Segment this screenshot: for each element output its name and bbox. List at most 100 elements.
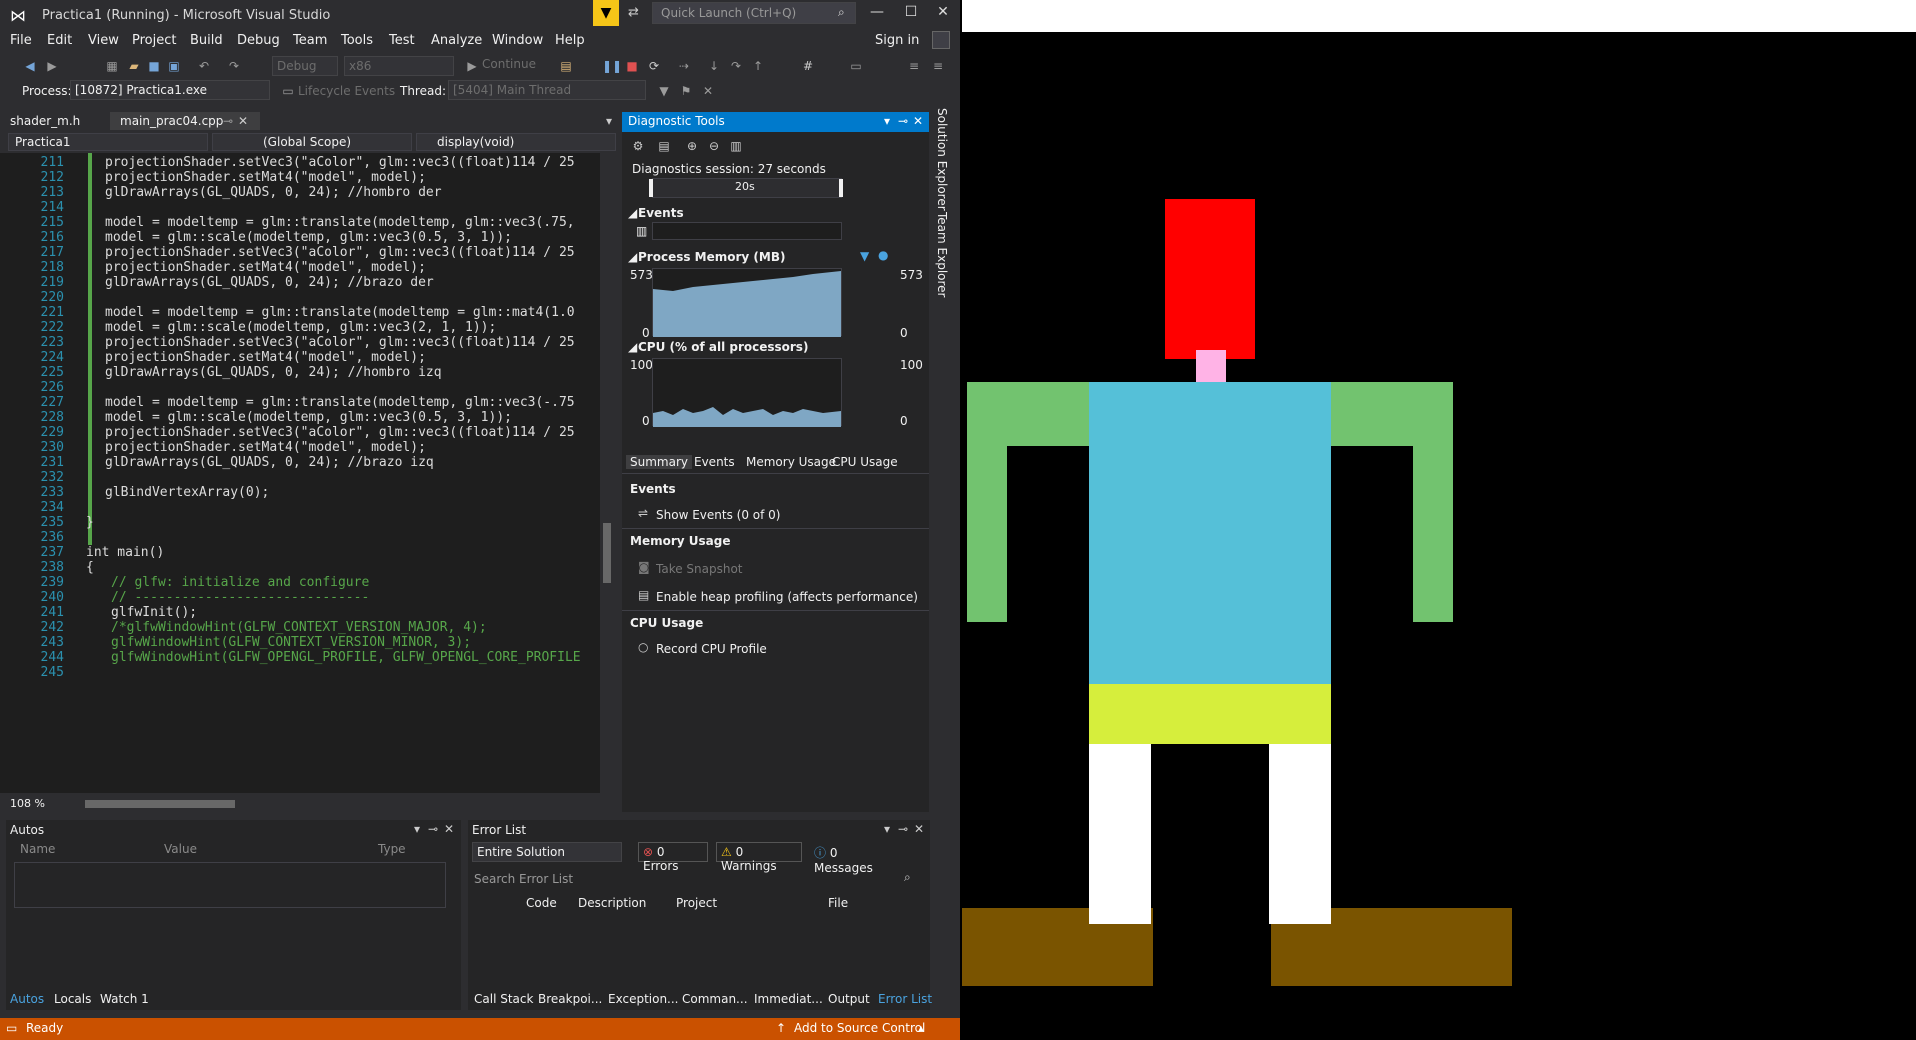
process-select[interactable]: [10872] Practica1.exe (70, 80, 270, 100)
step-out-icon[interactable]: ↑ (750, 58, 766, 74)
error-search-input[interactable]: Search Error List (474, 872, 573, 886)
tab-command[interactable]: Comman... (682, 992, 748, 1006)
menu-window[interactable]: Window (492, 33, 543, 48)
panel-menu-icon[interactable]: ▾ (884, 822, 890, 836)
close-panel-icon[interactable]: ✕ (444, 822, 454, 836)
menu-view[interactable]: View (88, 33, 119, 48)
outdent-icon[interactable]: ≡ (930, 58, 946, 74)
tab-memory-usage[interactable]: Memory Usage (742, 455, 840, 469)
tab-autos[interactable]: Autos (10, 992, 44, 1006)
step-over-icon[interactable]: ↷ (728, 58, 744, 74)
close-panel-icon[interactable]: ✕ (914, 822, 924, 836)
member-select[interactable]: display(void) (416, 133, 616, 151)
tab-summary[interactable]: Summary (626, 455, 692, 469)
quick-launch-input[interactable]: Quick Launch (Ctrl+Q) (652, 2, 856, 24)
team-explorer-tab[interactable]: Team Explorer (935, 212, 949, 298)
menu-tools[interactable]: Tools (341, 33, 373, 48)
menu-edit[interactable]: Edit (47, 33, 72, 48)
tab-output[interactable]: Output (828, 992, 870, 1006)
minimize-button[interactable]: — (862, 4, 892, 20)
undo-icon[interactable]: ↶ (196, 58, 212, 74)
back-icon[interactable]: ◀ (22, 58, 38, 74)
tab-overflow-icon[interactable]: ▾ (606, 114, 612, 128)
zoom-in-icon[interactable]: ⊕ (684, 138, 700, 154)
select-tools-icon[interactable]: ▤ (656, 138, 672, 154)
col-file[interactable]: File (828, 896, 848, 910)
add-to-source-control-button[interactable]: Add to Source Control (794, 1021, 925, 1035)
show-events-link[interactable]: Show Events (0 of 0) (656, 508, 780, 522)
continue-icon[interactable]: ▶ (464, 58, 480, 74)
feedback-icon[interactable]: ⇄ (628, 5, 639, 20)
new-project-icon[interactable]: ▦ (104, 58, 120, 74)
pin-icon[interactable]: ⊸ (428, 822, 438, 836)
col-value[interactable]: Value (164, 842, 197, 856)
menu-project[interactable]: Project (132, 33, 176, 48)
configuration-select[interactable]: Debug (272, 56, 338, 76)
horizontal-scroll-thumb[interactable] (85, 800, 235, 808)
menu-test[interactable]: Test (389, 33, 415, 48)
col-project[interactable]: Project (676, 896, 717, 910)
menu-file[interactable]: File (10, 33, 32, 48)
memory-expander-icon[interactable]: ◢ (628, 250, 637, 264)
pin-icon[interactable]: ⊸ (898, 114, 908, 128)
menu-analyze[interactable]: Analyze (431, 33, 482, 48)
tab-exceptions[interactable]: Exception... (608, 992, 679, 1006)
col-description[interactable]: Description (578, 896, 646, 910)
tab-cpu-usage[interactable]: CPU Usage (828, 455, 902, 469)
continue-button[interactable]: Continue (482, 57, 536, 71)
zoom-level[interactable]: 108 % (10, 797, 45, 810)
menu-help[interactable]: Help (555, 33, 585, 48)
project-scope-select[interactable]: Practica1 (8, 133, 208, 151)
reset-view-icon[interactable]: ▥ (728, 138, 744, 154)
col-name[interactable]: Name (20, 842, 55, 856)
close-button[interactable]: ✕ (928, 4, 958, 20)
tab-locals[interactable]: Locals (54, 992, 91, 1006)
tab-breakpoints[interactable]: Breakpoi... (538, 992, 602, 1006)
menu-build[interactable]: Build (190, 33, 223, 48)
cpu-graph[interactable] (652, 358, 842, 427)
tab-watch-1[interactable]: Watch 1 (100, 992, 149, 1006)
stop-icon[interactable]: ■ (624, 58, 640, 74)
editor-vertical-scrollbar[interactable] (600, 153, 614, 793)
opengl-render-window[interactable] (962, 0, 1916, 1040)
close-panel-icon[interactable]: ✕ (913, 114, 923, 128)
tab-call-stack[interactable]: Call Stack (474, 992, 533, 1006)
restart-icon[interactable]: ⟳ (646, 58, 662, 74)
timeline-ruler[interactable]: 20s (649, 178, 843, 198)
code-editor[interactable]: 211 projectionShader.setVec3("aColor", gl… (0, 153, 605, 793)
events-graph[interactable] (652, 222, 842, 240)
stack-frame-icon[interactable]: ✕ (700, 83, 716, 99)
pause-icon[interactable]: ❚❚ (602, 58, 622, 74)
events-expander-icon[interactable]: ◢ (628, 206, 637, 220)
redo-icon[interactable]: ↷ (226, 58, 242, 74)
error-scope-select[interactable]: Entire Solution (472, 842, 622, 862)
col-type[interactable]: Type (378, 842, 406, 856)
platform-select[interactable]: x86 (344, 56, 454, 76)
search-icon[interactable]: ⌕ (904, 870, 911, 885)
memory-graph[interactable] (652, 268, 842, 337)
show-next-statement-icon[interactable]: ⇢ (676, 58, 692, 74)
col-code[interactable]: Code (526, 896, 557, 910)
cpu-expander-icon[interactable]: ◢ (628, 340, 637, 354)
thread-filter-icon[interactable]: ▼ (656, 83, 672, 99)
zoom-out-icon[interactable]: ⊖ (706, 138, 722, 154)
timeline-start-handle[interactable] (649, 179, 653, 197)
account-icon[interactable] (932, 31, 950, 49)
pin-icon[interactable]: ⊸ (223, 114, 233, 128)
panel-menu-icon[interactable]: ▾ (884, 114, 890, 128)
scroll-thumb[interactable] (603, 523, 611, 583)
close-tab-icon[interactable]: ✕ (238, 114, 248, 128)
warnings-filter-button[interactable]: ⚠ 0 Warnings (716, 842, 802, 873)
process-icon[interactable]: ▤ (558, 58, 574, 74)
pin-icon[interactable]: ⊸ (898, 822, 908, 836)
pause-events-icon[interactable]: ▥ (636, 224, 647, 238)
maximize-button[interactable]: ☐ (896, 4, 926, 20)
messages-filter-button[interactable]: ⓘ 0 Messages (810, 842, 900, 875)
solution-explorer-tab[interactable]: Solution Explorer (935, 108, 949, 211)
save-icon[interactable]: ■ (146, 58, 162, 74)
bookmark-icon[interactable]: ▭ (848, 58, 864, 74)
flag-icon[interactable]: ⚑ (678, 83, 694, 99)
errors-filter-button[interactable]: ⊗ 0 Errors (638, 842, 708, 873)
timeline-end-handle[interactable] (839, 179, 843, 197)
settings-gear-icon[interactable]: ⚙ (630, 138, 646, 154)
